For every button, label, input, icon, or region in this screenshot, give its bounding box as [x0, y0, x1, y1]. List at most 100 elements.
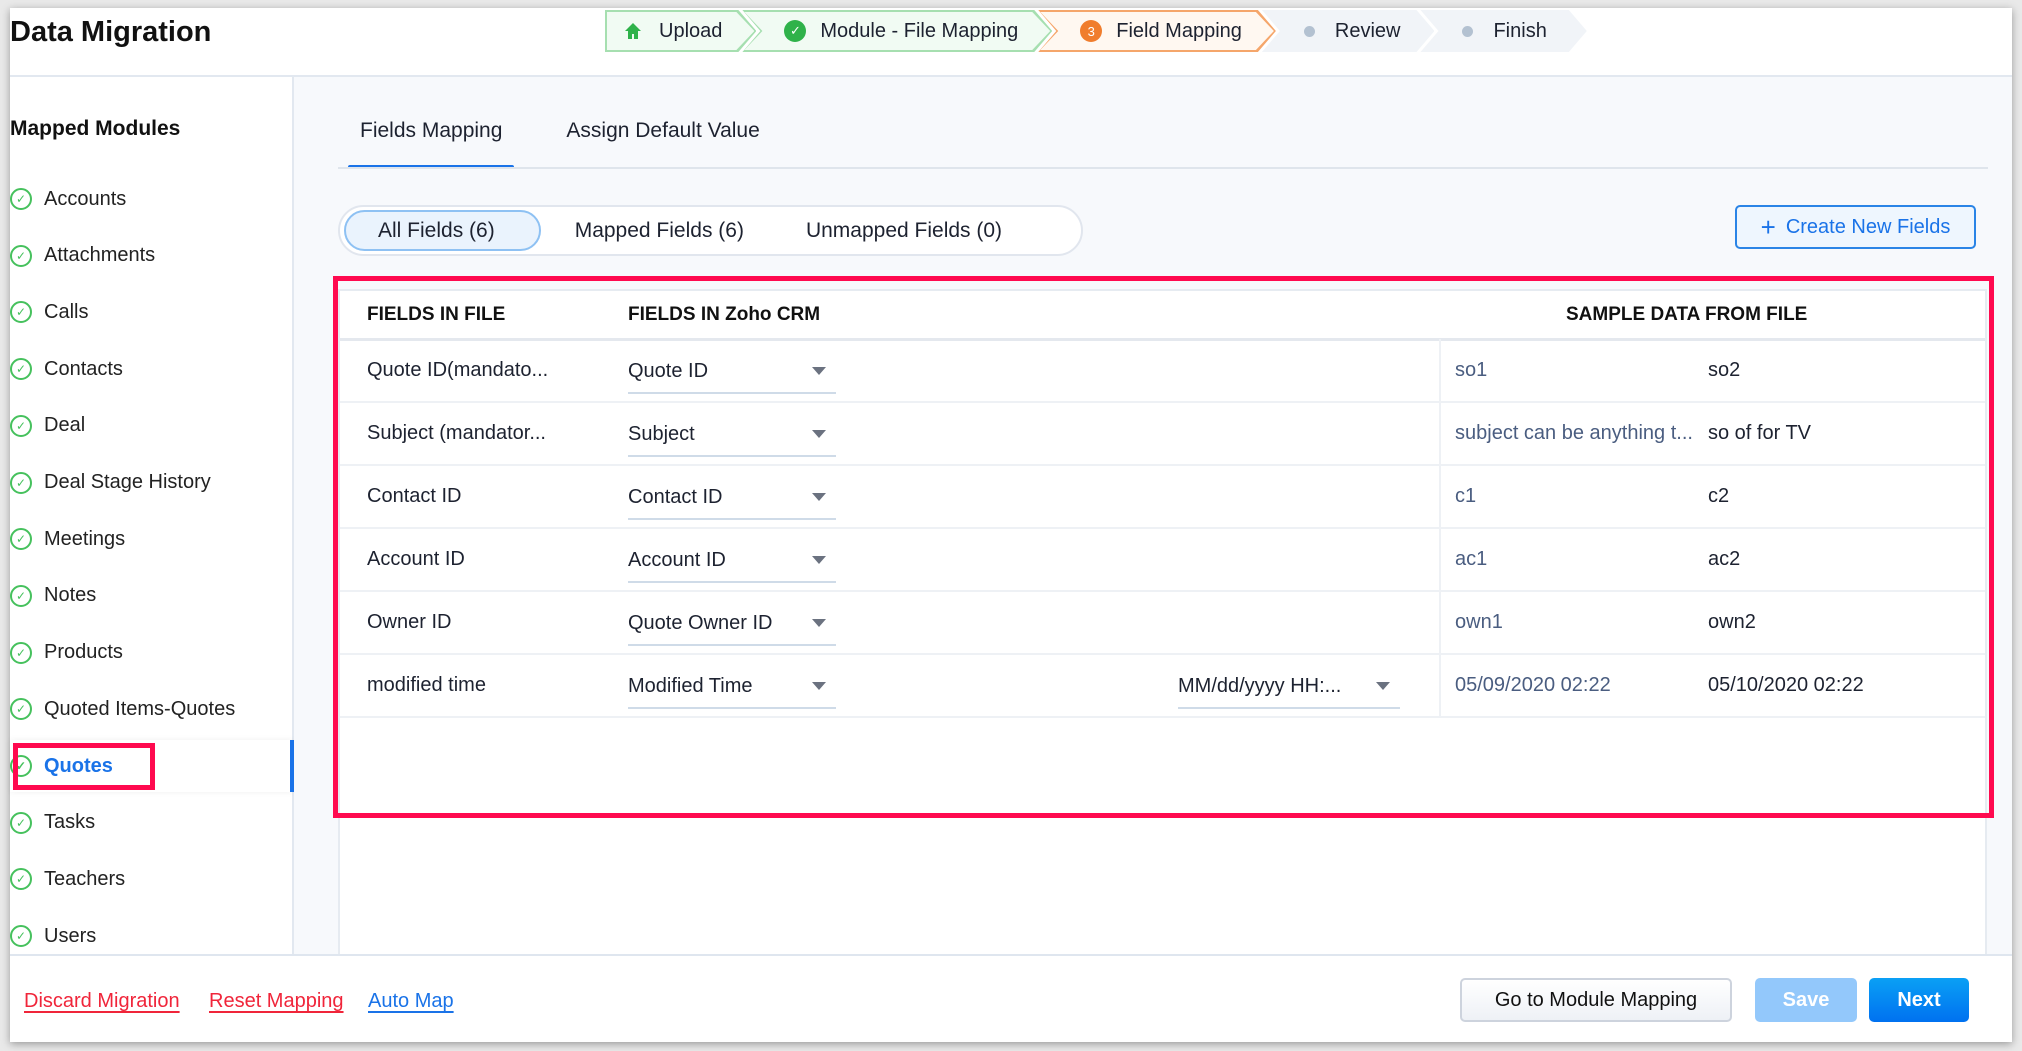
sidebar-item-label: Accounts	[44, 187, 127, 210]
filter-all-fields[interactable]: All Fields (6)	[344, 210, 541, 251]
save-button[interactable]: Save	[1755, 978, 1857, 1022]
page-title: Data Migration	[10, 16, 212, 48]
filter-mapped-fields[interactable]: Mapped Fields (6)	[547, 210, 772, 251]
crm-field-dropdown[interactable]: Account ID	[628, 539, 836, 583]
check-circle-icon: ✓	[10, 528, 32, 551]
check-circle-icon: ✓	[10, 244, 32, 267]
check-circle-icon: ✓	[10, 471, 32, 494]
sidebar-item-label: Tasks	[44, 811, 96, 834]
sidebar-item-attachments[interactable]: ✓ Attachments	[10, 230, 294, 282]
header-fields-in-file: FIELDS IN FILE	[367, 304, 506, 325]
crm-field-value: Account ID	[628, 548, 726, 571]
highlight-box	[13, 743, 155, 790]
file-field-name: modified time	[367, 674, 486, 696]
sidebar-item-teachers[interactable]: ✓ Teachers	[10, 853, 294, 905]
sidebar-item-quotes[interactable]: ✓ Quotes	[10, 740, 294, 792]
crm-field-value: Quote Owner ID	[628, 611, 773, 634]
sidebar-item-meetings[interactable]: ✓ Meetings	[10, 513, 294, 565]
reset-mapping-link[interactable]: Reset Mapping	[209, 990, 344, 1013]
caret-down-icon	[812, 367, 826, 375]
sidebar-item-tasks[interactable]: ✓ Tasks	[10, 797, 294, 849]
check-circle-icon: ✓	[10, 584, 32, 607]
check-circle-icon: ✓	[10, 868, 32, 891]
sample-value-2: own2	[1708, 611, 1756, 633]
sample-value-2: so2	[1708, 359, 1741, 381]
step-module-file-mapping[interactable]: ✓ Module - File Mapping	[742, 10, 1052, 52]
crm-field-dropdown[interactable]: Modified Time	[628, 665, 836, 709]
sidebar-item-label: Products	[44, 641, 123, 664]
sidebar-item-label: Deal Stage History	[44, 471, 211, 493]
step-finish[interactable]: Finish	[1420, 10, 1586, 52]
check-circle-icon: ✓	[10, 641, 32, 664]
check-circle-icon: ✓	[10, 188, 32, 210]
caret-down-icon	[812, 430, 826, 438]
tab-assign-default-value[interactable]: Assign Default Value	[554, 119, 771, 165]
table-row: Subject (mandator... Subject subject can b…	[340, 403, 1985, 466]
date-format-value: MM/dd/yyyy HH:...	[1178, 674, 1342, 697]
sidebar-item-accounts[interactable]: ✓ Accounts	[10, 173, 294, 225]
filter-unmapped-fields[interactable]: Unmapped Fields (0)	[778, 210, 1030, 251]
column-divider	[1439, 339, 1441, 718]
dot-icon	[1304, 26, 1315, 37]
sidebar-item-quoted-items-quotes[interactable]: ✓ Quoted Items-Quotes	[10, 683, 294, 735]
sidebar-item-label: Attachments	[44, 244, 156, 267]
sidebar-item-deal[interactable]: ✓ Deal	[10, 400, 294, 452]
header-fields-in-crm: FIELDS IN Zoho CRM	[628, 304, 821, 325]
crm-field-dropdown[interactable]: Quote Owner ID	[628, 602, 836, 646]
sidebar-item-calls[interactable]: ✓ Calls	[10, 286, 294, 338]
table-row: Owner ID Quote Owner ID own1 own2	[340, 592, 1985, 655]
check-circle-icon: ✓	[10, 925, 32, 948]
crm-field-value: Subject	[628, 422, 695, 445]
next-button[interactable]: Next	[1869, 978, 1969, 1022]
file-field-name: Subject (mandator...	[367, 422, 546, 444]
sample-value-1: subject can be anything t...	[1455, 422, 1693, 444]
caret-down-icon	[812, 556, 826, 564]
tab-fields-mapping[interactable]: Fields Mapping	[348, 119, 515, 169]
home-icon	[623, 21, 643, 41]
crm-field-dropdown[interactable]: Subject	[628, 413, 836, 457]
sample-value-2: 05/10/2020 02:22	[1708, 674, 1864, 696]
sidebar-item-label: Notes	[44, 584, 97, 607]
step-label: Field Mapping	[1116, 19, 1242, 42]
step-label: Upload	[659, 19, 723, 42]
step-field-mapping[interactable]: 3 Field Mapping	[1038, 10, 1276, 52]
file-field-name: Owner ID	[367, 611, 452, 633]
crm-field-value: Quote ID	[628, 359, 709, 382]
crm-field-dropdown[interactable]: Contact ID	[628, 476, 836, 520]
sidebar: Mapped Modules ✓ Accounts ✓ Attachments ✓ Cal…	[10, 77, 294, 954]
caret-down-icon	[1376, 682, 1390, 690]
crm-field-dropdown[interactable]: Quote ID	[628, 350, 836, 394]
discard-migration-link[interactable]: Discard Migration	[24, 990, 180, 1013]
sidebar-item-label: Contacts	[44, 357, 123, 380]
create-new-fields-button[interactable]: + Create New Fields	[1735, 205, 1976, 249]
header-sample-data: SAMPLE DATA FROM FILE	[1566, 304, 1808, 325]
app-window: Data Migration Upload ✓ Module - File Ma…	[10, 8, 2012, 1042]
sample-value-1: 05/09/2020 02:22	[1455, 674, 1611, 696]
file-field-name: Contact ID	[367, 485, 462, 507]
step-label: Review	[1334, 19, 1401, 42]
auto-map-link[interactable]: Auto Map	[368, 990, 454, 1013]
sidebar-item-notes[interactable]: ✓ Notes	[10, 570, 294, 622]
check-circle-icon: ✓	[10, 358, 32, 381]
step-label: Module - File Mapping	[820, 19, 1019, 42]
sample-value-1: ac1	[1455, 548, 1488, 570]
sample-value-1: so1	[1455, 359, 1488, 381]
plus-icon: +	[1760, 211, 1776, 242]
sample-value-2: so of for TV	[1708, 422, 1812, 444]
footer: Discard Migration Reset Mapping Auto Map…	[10, 954, 2012, 1042]
stepper: Upload ✓ Module - File Mapping 3 Field M…	[605, 10, 1573, 52]
caret-down-icon	[812, 682, 826, 690]
sidebar-item-contacts[interactable]: ✓ Contacts	[10, 343, 294, 395]
sidebar-item-products[interactable]: ✓ Products	[10, 627, 294, 679]
check-circle-icon: ✓	[10, 698, 32, 721]
go-to-module-mapping-button[interactable]: Go to Module Mapping	[1460, 978, 1732, 1022]
step-upload[interactable]: Upload	[605, 10, 756, 52]
crm-field-value: Modified Time	[628, 674, 753, 697]
sample-value-1: c1	[1455, 485, 1477, 507]
sidebar-item-label: Calls	[44, 300, 89, 323]
sidebar-item-label: Meetings	[44, 527, 126, 550]
sidebar-item-deal-stage-history[interactable]: ✓ Deal Stage History	[10, 457, 294, 509]
sample-value-1: own1	[1455, 611, 1503, 633]
step-review[interactable]: Review	[1262, 10, 1435, 52]
date-format-dropdown[interactable]: MM/dd/yyyy HH:...	[1178, 665, 1400, 709]
